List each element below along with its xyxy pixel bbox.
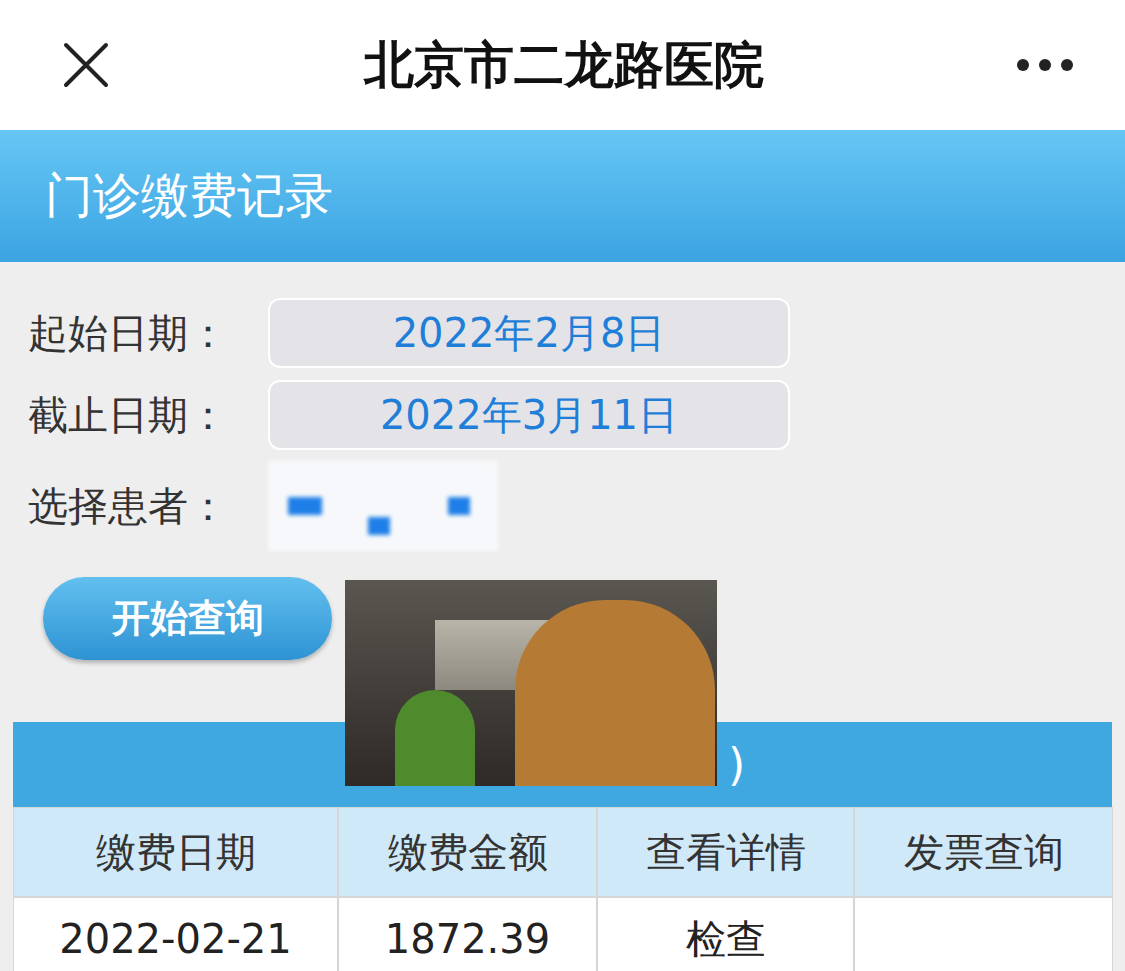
patient-row: 选择患者： — [28, 461, 1125, 551]
date-field[interactable]: 2022年2月8日 — [268, 298, 790, 368]
query-button[interactable]: 开始查询 — [43, 577, 332, 660]
date-field[interactable]: 2022年3月11日 — [268, 380, 790, 450]
app-page: 北京市二龙路医院门诊缴费记录起始日期：2022年2月8日截止日期：2022年3月… — [0, 0, 1125, 971]
caption-text: ) — [728, 739, 745, 790]
amount-cell: 1872.39 — [338, 897, 597, 971]
patient-select[interactable] — [268, 461, 498, 551]
sticker-photo — [345, 580, 717, 786]
table-grid: 缴费日期缴费金额查看详情发票查询 2022-02-211872.39检查 — [13, 807, 1112, 971]
column-header: 查看详情 — [597, 807, 854, 897]
date-row: 起始日期：2022年2月8日 — [28, 297, 1125, 369]
column-header: 缴费金额 — [338, 807, 597, 897]
field-label: 选择患者： — [28, 479, 268, 534]
page-header: 门诊缴费记录 — [0, 130, 1125, 262]
invoice-cell[interactable] — [854, 897, 1113, 971]
more-icon[interactable] — [1015, 57, 1075, 73]
field-label: 截止日期： — [28, 388, 268, 443]
nav-title: 北京市二龙路医院 — [364, 32, 764, 99]
column-header: 发票查询 — [854, 807, 1113, 897]
column-header: 缴费日期 — [13, 807, 338, 897]
nav-bar: 北京市二龙路医院 — [0, 0, 1125, 130]
close-icon[interactable] — [60, 39, 112, 91]
date-row: 截止日期：2022年3月11日 — [28, 379, 1125, 451]
date-cell: 2022-02-21 — [13, 897, 338, 971]
field-label: 起始日期： — [28, 306, 268, 361]
detail-cell[interactable]: 检查 — [597, 897, 854, 971]
